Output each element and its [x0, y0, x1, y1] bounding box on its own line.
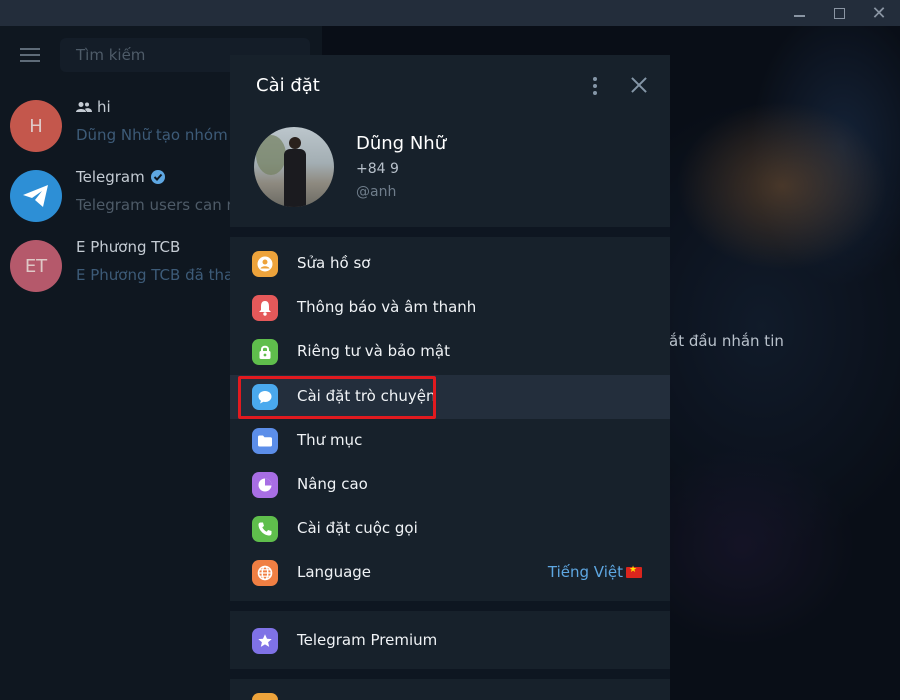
verified-badge-icon	[150, 170, 165, 184]
lock-icon	[252, 339, 278, 365]
globe-icon	[252, 560, 278, 586]
more-options-icon[interactable]	[585, 75, 605, 97]
close-window-icon: ✕	[871, 2, 887, 24]
maximize-button[interactable]	[822, 0, 856, 26]
menu-edit-profile[interactable]: Sửa hồ sơ	[230, 242, 670, 286]
window-close-button[interactable]: ✕	[862, 0, 896, 26]
menu-item-partial[interactable]	[230, 685, 670, 700]
profile-name: Dũng Nhữ	[356, 133, 447, 154]
menu-label: Riêng tư và bảo mật	[297, 342, 450, 360]
menu-label: Language	[297, 563, 372, 581]
chat-title: Telegram	[76, 168, 145, 186]
window-titlebar: ✕	[0, 0, 900, 26]
bell-icon	[252, 295, 278, 321]
menu-label: Nâng cao	[297, 475, 368, 493]
menu-advanced[interactable]: Nâng cao	[230, 463, 670, 507]
minimize-button[interactable]	[782, 0, 816, 26]
highlight-box	[238, 376, 436, 419]
section-divider	[230, 601, 670, 611]
vietnam-flag-icon	[626, 565, 642, 578]
hamburger-menu-icon[interactable]	[20, 48, 40, 62]
folder-icon	[252, 428, 278, 454]
avatar: H	[10, 100, 62, 152]
chat-title: E Phương TCB	[76, 238, 181, 256]
menu-language[interactable]: Language Tiếng Việt	[230, 551, 670, 595]
partial-icon	[252, 693, 278, 700]
menu-call-settings[interactable]: Cài đặt cuộc gọi	[230, 507, 670, 551]
profile-icon	[252, 251, 278, 277]
section-divider	[230, 227, 670, 237]
pie-chart-icon	[252, 472, 278, 498]
menu-privacy[interactable]: Riêng tư và bảo mật	[230, 330, 670, 374]
menu-label: Thư mục	[297, 431, 363, 449]
menu-folders[interactable]: Thư mục	[230, 419, 670, 463]
group-icon	[76, 102, 92, 112]
language-value: Tiếng Việt	[548, 563, 642, 581]
menu-label: Cài đặt cuộc gọi	[297, 519, 418, 537]
modal-title: Cài đặt	[256, 75, 320, 96]
chat-title: hi	[97, 98, 111, 116]
telegram-logo-icon	[23, 185, 48, 207]
phone-icon	[252, 516, 278, 542]
menu-label: Telegram Premium	[297, 631, 438, 649]
menu-label: Sửa hồ sơ	[297, 254, 371, 272]
avatar: ET	[10, 240, 62, 292]
profile-username: @anh	[356, 184, 397, 200]
section-divider	[230, 669, 670, 679]
telegram-avatar	[10, 170, 62, 222]
maximize-icon	[833, 7, 845, 19]
star-icon	[252, 628, 278, 654]
menu-notifications[interactable]: Thông báo và âm thanh	[230, 286, 670, 330]
language-value-text: Tiếng Việt	[547, 563, 623, 581]
start-messaging-hint: ắt đầu nhắn tin	[669, 332, 784, 350]
profile-avatar[interactable]	[254, 127, 334, 207]
close-icon[interactable]	[628, 74, 650, 96]
menu-telegram-premium[interactable]: Telegram Premium	[230, 619, 670, 663]
minimize-icon	[793, 15, 805, 17]
chat-title-row: Telegram	[76, 168, 166, 186]
profile-phone: +84 98	[356, 161, 398, 177]
chat-title-row: hi	[76, 98, 111, 116]
menu-label: Thông báo và âm thanh	[297, 298, 477, 316]
